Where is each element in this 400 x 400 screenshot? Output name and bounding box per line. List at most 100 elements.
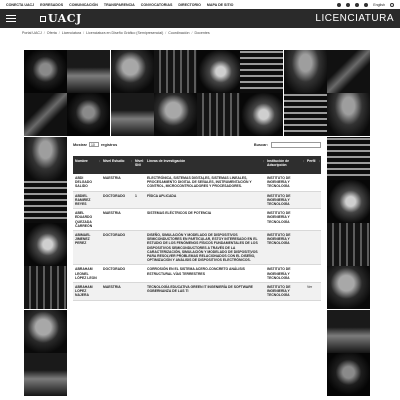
cell-nivel-estudio: DOCTORADO [101, 264, 133, 284]
cell-perfil [305, 191, 321, 210]
breadcrumb: Portal UACJ / Oferta / Licenciatura / Licen… [22, 31, 210, 35]
table-row: ABEL EDUARDO QUEZADA CARREÓN MAESTRIA SIST… [73, 208, 321, 232]
top-link-comunicacion[interactable]: COMUNICACIÓN [69, 3, 98, 7]
show-label: Mostrar [73, 142, 87, 147]
cell-nombre: ABIMAEL JIMENEZ PEREZ [73, 230, 101, 266]
cell-nombre: ABDIEL RAMIREZ REYES [73, 191, 101, 210]
cell-institucion: INSTITUTO DE INGENIERÍA Y TECNOLOGÍA [265, 191, 305, 210]
cell-nivel-sni [133, 282, 145, 301]
column-header-nivel-sni[interactable]: Nivel SNI ↕ [133, 156, 145, 174]
column-header-nivel-estudio[interactable]: Nivel Estudio ↕ [101, 156, 133, 174]
top-right-group: English [337, 2, 394, 7]
cell-nombre: ABRAHAM LOPEZ NAJERA [73, 282, 101, 301]
top-utility-bar: CONECTA UACJ EGRESADOS COMUNICACIÓN TRAN… [0, 0, 400, 9]
twitter-icon[interactable] [346, 2, 351, 7]
cell-lineas: TECNOLOGÍA EDUCATIVA GREEN IT INGENIERÍA… [145, 282, 265, 301]
sort-icon: ↕ [98, 159, 100, 163]
language-label[interactable]: English [373, 3, 385, 7]
column-header-perfil[interactable]: Perfil ↕ [305, 156, 321, 174]
cell-institucion: INSTITUTO DE INGENIERÍA Y TECNOLOGÍA [265, 174, 305, 192]
facebook-icon[interactable] [337, 2, 342, 7]
mosaic-photo-tile [153, 50, 197, 93]
language-switch[interactable]: English [373, 3, 385, 7]
mosaic-photo-tile [197, 93, 240, 137]
menu-icon[interactable] [6, 14, 16, 23]
cell-lineas: CORROSIÓN EN EL SISTEMA ACERO-CONCRETO A… [145, 264, 265, 284]
table-row: ABDI DELGADO SALIDO MAESTRIA ELECTRÓNICA, … [73, 174, 321, 192]
mosaic-photo-tile [326, 266, 370, 310]
top-links: CONECTA UACJ EGRESADOS COMUNICACIÓN TRAN… [6, 3, 233, 7]
cell-nivel-estudio: MAESTRIA [101, 208, 133, 232]
top-link-egresados[interactable]: EGRESADOS [40, 3, 63, 7]
column-header-institucion[interactable]: Institución de Adscripción ↕ [265, 156, 305, 174]
mosaic-photo-tile [197, 50, 240, 93]
cell-lineas: DISEÑO, SIMULACIÓN Y MODELADO DE DISPOSI… [145, 230, 265, 266]
uacj-logo[interactable]: UACJ [40, 12, 82, 25]
mosaic-photo-tile [326, 179, 370, 223]
top-link-convocatorias[interactable]: CONVOCATORIAS [141, 3, 173, 7]
cell-nivel-estudio: MAESTRIA [101, 282, 133, 301]
column-header-nombre[interactable]: Nombre ↕ [73, 156, 101, 174]
mosaic-photo-tile [326, 50, 370, 93]
cell-nivel-estudio: DOCTORADO [101, 191, 133, 210]
mosaic-photo-tile [24, 93, 67, 137]
site-header: UACJ LICENCIATURA [0, 9, 400, 28]
cell-perfil [305, 208, 321, 232]
cell-institucion: INSTITUTO DE INGENIERÍA Y TECNOLOGÍA [265, 282, 305, 301]
breadcrumb-current: Docentes [194, 31, 210, 35]
mosaic-photo-tile [24, 179, 67, 223]
cell-nivel-estudio: MAESTRIA [101, 174, 133, 192]
mosaic-photo-tile [24, 309, 67, 353]
breadcrumb-item[interactable]: Coordinación [168, 31, 189, 35]
mosaic-photo-tile [67, 50, 111, 93]
mosaic-photo-tile [326, 136, 370, 180]
mosaic-photo-tile [240, 93, 284, 137]
table-row: ABRAHAM LOPEZ NAJERA MAESTRIA TECNOLOGÍA E… [73, 282, 321, 301]
breadcrumb-item[interactable]: Licenciatura en Diseño Gráfico (Semipres… [86, 31, 163, 35]
records-label: registros [100, 142, 118, 147]
cell-lineas: SISTEMAS ELÉCTRICOS DE POTENCIA [145, 208, 265, 232]
cell-perfil[interactable]: Ver [305, 282, 321, 301]
cell-nivel-sni: 1 [133, 191, 145, 210]
instagram-icon[interactable] [355, 2, 360, 7]
sort-icon: ↕ [130, 159, 132, 163]
mosaic-photo-tile [153, 93, 197, 137]
page-length-select[interactable]: 10 [88, 142, 99, 147]
table-row: ABDIEL RAMIREZ REYES DOCTORADO 1 FÍSICA APL… [73, 191, 321, 210]
table-header-row: Nombre ↕ Nivel Estudio ↕ Nivel SNI ↕ Líneas… [73, 156, 321, 174]
cell-perfil [305, 174, 321, 192]
cell-perfil [305, 264, 321, 284]
cell-lineas: FÍSICA APLICADA [145, 191, 265, 210]
cell-nombre: ABRAHAM LEONEL LÓPEZ LEON [73, 264, 101, 284]
column-header-lineas[interactable]: Líneas de investigación ↕ [145, 156, 265, 174]
docentes-table: Nombre ↕ Nivel Estudio ↕ Nivel SNI ↕ Líneas… [73, 156, 321, 301]
cell-institucion: INSTITUTO DE INGENIERÍA Y TECNOLOGÍA [265, 208, 305, 232]
mosaic-photo-tile [326, 352, 370, 396]
sort-icon: ↕ [302, 159, 304, 163]
top-link-mapa-sitio[interactable]: MAPA DE SITIO [207, 3, 234, 7]
sort-icon: ↕ [318, 159, 320, 163]
cell-perfil [305, 230, 321, 266]
table-controls: Mostrar 10 registros Buscar: [73, 141, 321, 148]
cell-institucion: INSTITUTO DE INGENIERÍA Y TECNOLOGÍA [265, 264, 305, 284]
logo-mark-icon [40, 16, 46, 22]
mosaic-photo-tile [240, 50, 284, 93]
sort-icon: ↕ [142, 159, 144, 163]
cell-nombre: ABDI DELGADO SALIDO [73, 174, 101, 192]
breadcrumb-item[interactable]: Licenciatura [62, 31, 81, 35]
table-row: ABIMAEL JIMENEZ PEREZ DOCTORADO DISEÑO, SI… [73, 230, 321, 266]
breadcrumb-item[interactable]: Oferta [47, 31, 57, 35]
mosaic-photo-tile [24, 50, 67, 93]
search-label: Buscar: [253, 142, 268, 147]
cell-nivel-sni [133, 174, 145, 192]
top-link-transparencia[interactable]: TRANSPARENCIA [104, 3, 135, 7]
mosaic-photo-tile [326, 223, 370, 266]
search-input[interactable] [271, 141, 321, 148]
top-link-directorio[interactable]: DIRECTORIO [178, 3, 201, 7]
youtube-icon[interactable] [364, 2, 369, 7]
breadcrumb-item[interactable]: Portal UACJ [22, 31, 42, 35]
top-link-conecta[interactable]: CONECTA UACJ [6, 3, 34, 7]
mosaic-photo-tile [24, 136, 67, 180]
docentes-panel: Mostrar 10 registros Buscar: Nombre ↕ Niv… [67, 136, 327, 400]
search-icon[interactable] [390, 2, 394, 7]
